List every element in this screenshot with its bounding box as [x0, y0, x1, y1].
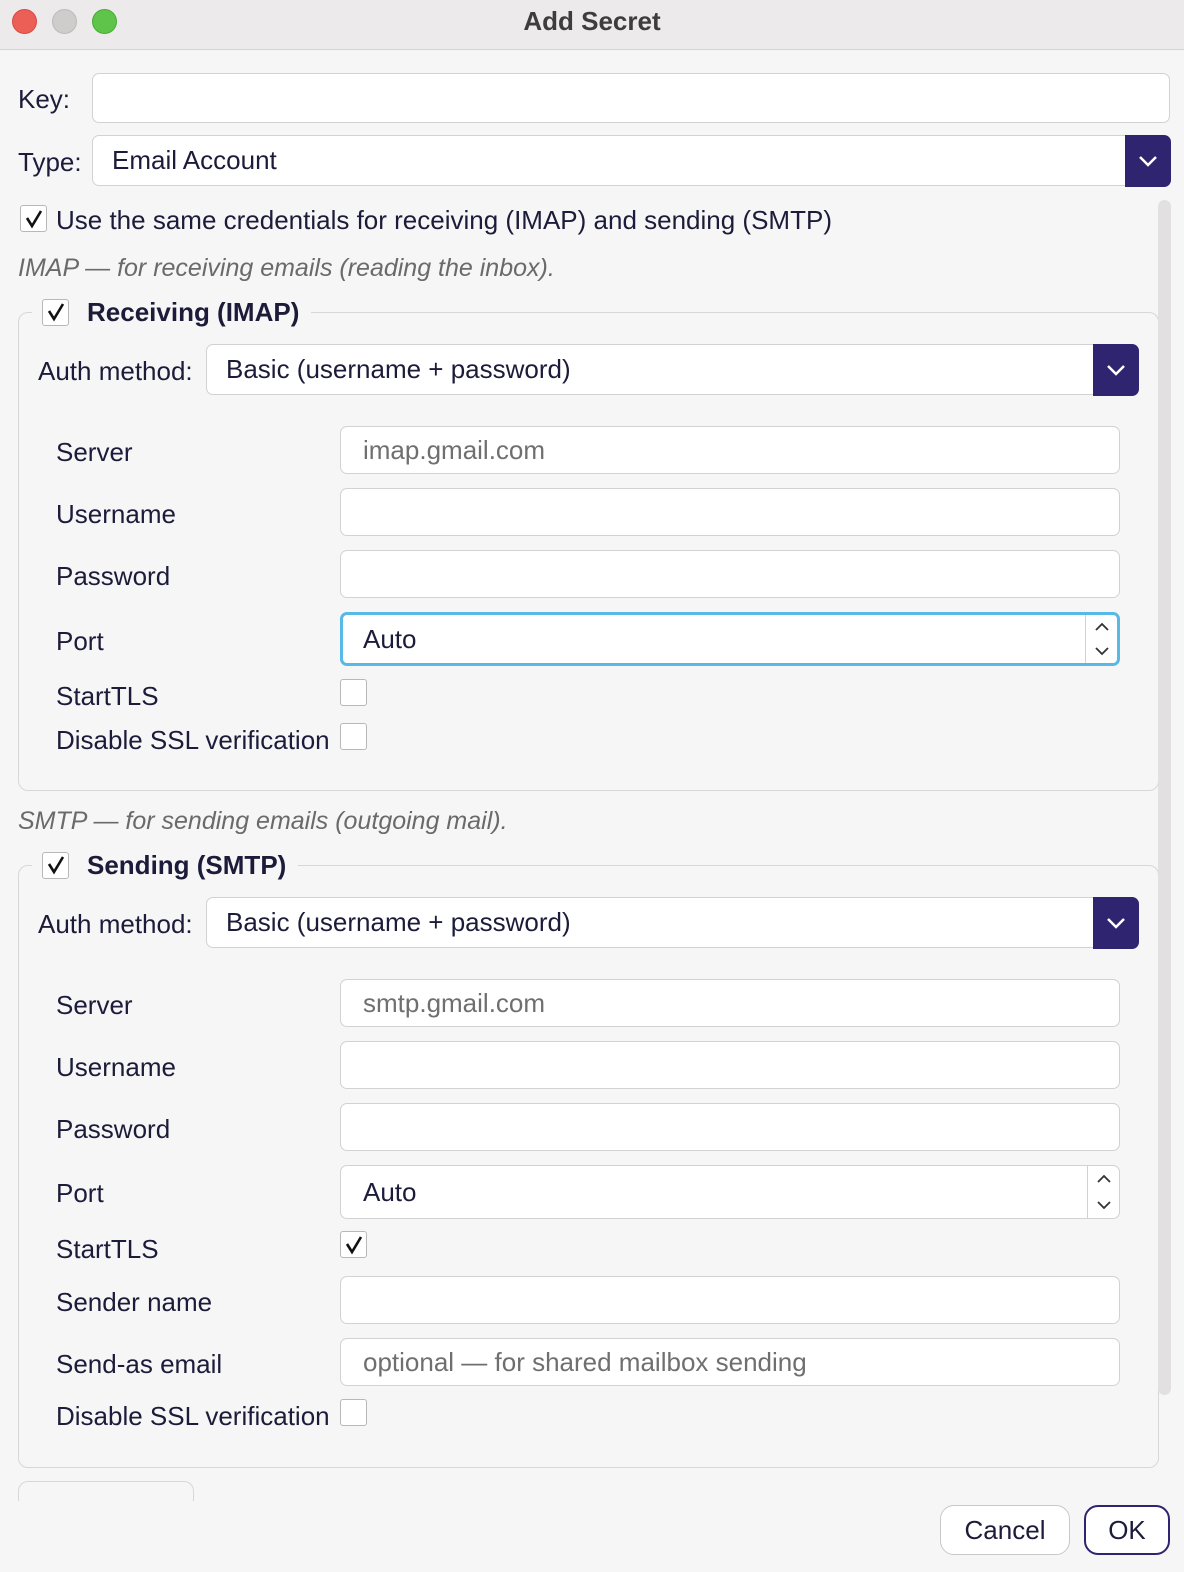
- smtp-server-label: Server: [56, 990, 133, 1020]
- key-input[interactable]: [92, 73, 1170, 123]
- smtp-send-as-placeholder: optional — for shared mailbox sending: [363, 1346, 807, 1377]
- imap-auth-label: Auth method:: [38, 356, 193, 386]
- imap-password-label: Password: [56, 561, 171, 591]
- checkmark-icon: [25, 209, 42, 228]
- imap-auth-select-button[interactable]: [1092, 343, 1139, 396]
- imap-password-input[interactable]: [340, 550, 1120, 598]
- smtp-hint: SMTP — for sending emails (outgoing mail…: [18, 807, 508, 835]
- smtp-port-stepper[interactable]: [1087, 1166, 1119, 1218]
- checkmark-icon: [345, 1235, 362, 1254]
- imap-port-stepper[interactable]: [1085, 615, 1117, 663]
- smtp-disable-ssl-checkbox[interactable]: [340, 1399, 367, 1426]
- smtp-send-as-input[interactable]: optional — for shared mailbox sending: [340, 1338, 1120, 1386]
- imap-starttls-checkbox[interactable]: [340, 679, 367, 706]
- same-credentials-checkbox[interactable]: [20, 205, 47, 232]
- key-label: Key:: [18, 84, 71, 114]
- smtp-auth-value: Basic (username + password): [226, 907, 571, 937]
- imap-port-input[interactable]: Auto: [340, 612, 1120, 666]
- smtp-auth-label: Auth method:: [38, 909, 193, 939]
- dialog-content: Key: Type: Email Account Use the same cr…: [0, 51, 1184, 1572]
- imap-port-label: Port: [56, 626, 104, 656]
- smtp-password-input[interactable]: [340, 1103, 1120, 1151]
- chevron-up-icon[interactable]: [1096, 1174, 1112, 1184]
- type-label: Type:: [18, 147, 82, 177]
- chevron-down-icon[interactable]: [1096, 1200, 1112, 1210]
- imap-group-title: Receiving (IMAP): [32, 295, 312, 329]
- checkmark-icon: [47, 856, 64, 875]
- smtp-server-placeholder: smtp.gmail.com: [363, 987, 546, 1018]
- smtp-disable-ssl-label: Disable SSL verification: [56, 1401, 330, 1431]
- smtp-port-value: Auto: [363, 1176, 417, 1207]
- smtp-auth-select[interactable]: Basic (username + password): [206, 896, 1139, 949]
- imap-server-placeholder: imap.gmail.com: [363, 434, 546, 465]
- smtp-send-as-label: Send-as email: [56, 1349, 223, 1379]
- chevron-up-icon[interactable]: [1094, 622, 1110, 632]
- smtp-group-title: Sending (SMTP): [32, 848, 299, 882]
- next-group-partial: [18, 1481, 194, 1501]
- imap-group-title-text: Receiving (IMAP): [87, 296, 300, 327]
- checkmark-icon: [47, 303, 64, 322]
- cancel-button[interactable]: Cancel: [940, 1505, 1070, 1555]
- imap-server-label: Server: [56, 437, 133, 467]
- smtp-enabled-checkbox[interactable]: [42, 851, 69, 879]
- type-select-value: Email Account: [112, 145, 277, 175]
- imap-username-input[interactable]: [340, 488, 1120, 536]
- imap-disable-ssl-checkbox[interactable]: [340, 723, 367, 750]
- ok-button[interactable]: OK: [1084, 1505, 1170, 1555]
- type-select[interactable]: Email Account: [92, 134, 1171, 187]
- imap-port-value: Auto: [363, 623, 417, 654]
- imap-disable-ssl-label: Disable SSL verification: [56, 725, 330, 755]
- smtp-starttls-label: StartTLS: [56, 1234, 159, 1264]
- same-credentials-label: Use the same credentials for receiving (…: [56, 205, 832, 235]
- chevron-down-icon: [1106, 364, 1125, 376]
- smtp-group-title-text: Sending (SMTP): [87, 849, 287, 880]
- smtp-username-label: Username: [56, 1052, 176, 1082]
- smtp-port-label: Port: [56, 1178, 104, 1208]
- smtp-starttls-checkbox[interactable]: [340, 1231, 367, 1258]
- chevron-down-icon: [1138, 155, 1157, 167]
- imap-auth-select[interactable]: Basic (username + password): [206, 343, 1139, 396]
- chevron-down-icon: [1106, 917, 1125, 929]
- imap-starttls-label: StartTLS: [56, 681, 159, 711]
- smtp-auth-select-button[interactable]: [1092, 896, 1139, 949]
- smtp-password-label: Password: [56, 1114, 171, 1144]
- type-select-button[interactable]: [1124, 134, 1171, 187]
- smtp-sender-name-input[interactable]: [340, 1276, 1120, 1324]
- imap-hint: IMAP — for receiving emails (reading the…: [18, 254, 555, 282]
- smtp-server-input[interactable]: smtp.gmail.com: [340, 979, 1120, 1027]
- window-title: Add Secret: [523, 6, 661, 36]
- title-bar: Add Secret: [0, 0, 1184, 50]
- imap-server-input[interactable]: imap.gmail.com: [340, 426, 1120, 474]
- smtp-username-input[interactable]: [340, 1041, 1120, 1089]
- imap-username-label: Username: [56, 499, 176, 529]
- scrollbar[interactable]: [1158, 200, 1171, 1395]
- smtp-port-input[interactable]: Auto: [340, 1165, 1120, 1219]
- imap-auth-value: Basic (username + password): [226, 354, 571, 384]
- imap-enabled-checkbox[interactable]: [42, 298, 69, 326]
- smtp-sender-name-label: Sender name: [56, 1287, 213, 1317]
- chevron-down-icon[interactable]: [1094, 646, 1110, 656]
